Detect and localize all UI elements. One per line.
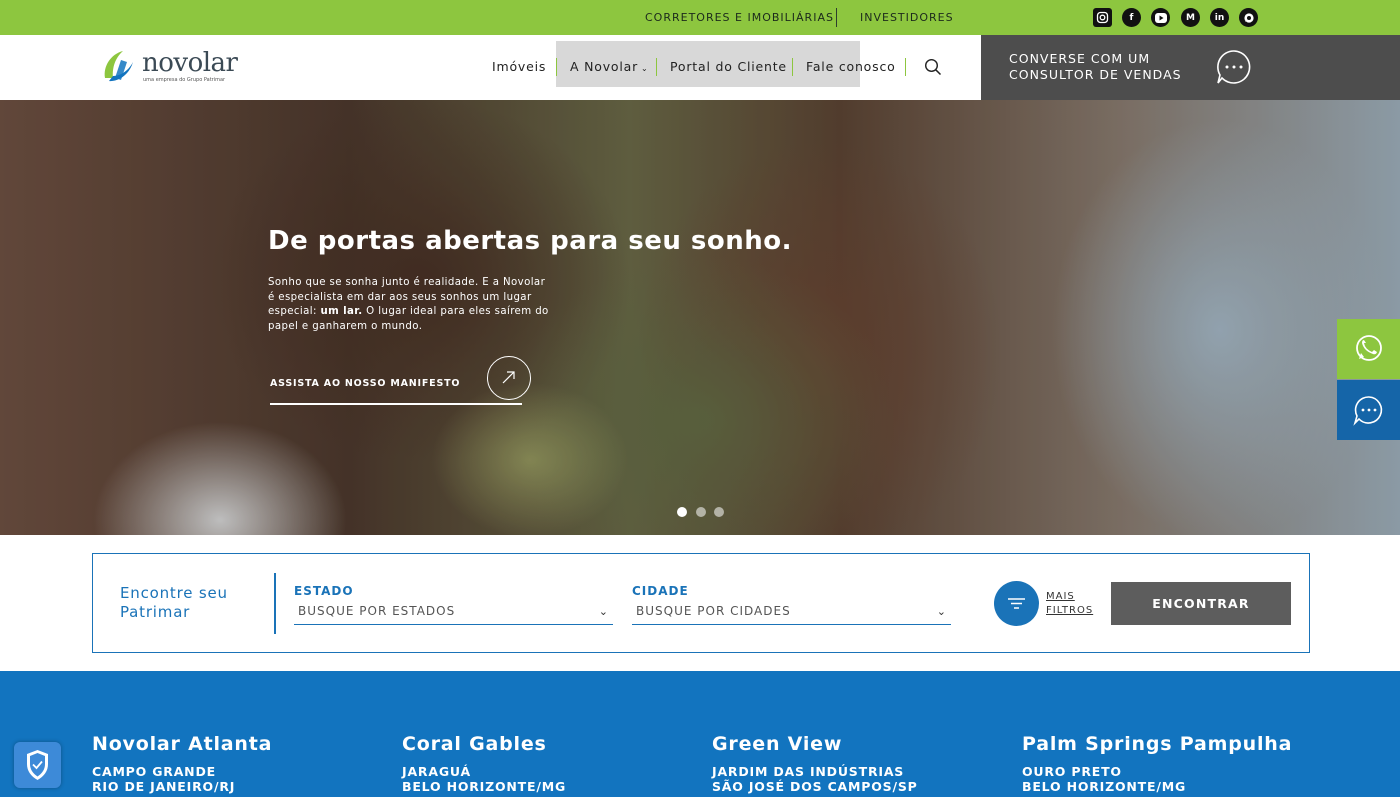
chevron-down-icon: ⌄: [641, 64, 649, 73]
hero-title: De portas abertas para seu sonho.: [268, 226, 793, 256]
shield-check-icon: [27, 750, 48, 780]
top-divider: [836, 8, 837, 27]
nav-item-a-novolar-label: A Novolar: [570, 59, 639, 74]
hero-banner: De portas abertas para seu sonho. Sonho …: [0, 100, 1400, 535]
hero-text-bold: um lar.: [320, 306, 363, 318]
listing-name: Palm Springs Pampulha: [1022, 733, 1293, 755]
nav-divider: [792, 58, 793, 76]
main-header: novolar uma empresa do Grupo Patrimar Im…: [0, 35, 1400, 100]
listing-neighborhood: CAMPO GRANDE: [92, 764, 216, 779]
find-button[interactable]: ENCONTRAR: [1111, 582, 1291, 625]
nav-divider: [556, 58, 557, 76]
instagram-icon[interactable]: [1093, 8, 1112, 27]
search-divider: [274, 573, 276, 634]
listing-neighborhood: OURO PRETO: [1022, 764, 1122, 779]
nav-item-imoveis[interactable]: Imóveis: [492, 59, 546, 74]
hero-text: Sonho que se sonha junto é realidade. E …: [268, 276, 553, 334]
city-select[interactable]: BUSQUE POR CIDADES ⌄: [632, 604, 951, 625]
carousel-dot-3[interactable]: [714, 507, 724, 517]
listing-name: Novolar Atlanta: [92, 733, 273, 755]
logo-tagline: uma empresa do Grupo Patrimar: [143, 77, 226, 83]
listing-name: Green View: [712, 733, 843, 755]
chevron-down-icon: ⌄: [598, 605, 609, 618]
chat-bubble-icon: [1216, 49, 1252, 85]
listing-city: BELO HORIZONTE/MG: [402, 779, 567, 794]
state-select-value: BUSQUE POR ESTADOS: [298, 604, 456, 618]
listing-neighborhood: JARAGUÁ: [402, 764, 471, 779]
floating-chat-button[interactable]: [1337, 380, 1400, 440]
logo-mark-icon: [104, 51, 133, 82]
search-icon[interactable]: [924, 58, 942, 76]
more-filters-link[interactable]: MAIS FILTROS: [1046, 590, 1098, 618]
listing-card[interactable]: Green View JARDIM DAS INDÚSTRIAS SÃO JOS…: [712, 733, 1012, 794]
consultant-cta[interactable]: CONVERSE COM UM CONSULTOR DE VENDAS: [981, 35, 1400, 100]
city-label: CIDADE: [632, 584, 689, 598]
listing-city: RIO DE JANEIRO/RJ: [92, 779, 236, 794]
top-link-brokers[interactable]: CORRETORES E IMOBILIÁRIAS: [645, 11, 834, 24]
filter-button[interactable]: [994, 581, 1039, 626]
novolar-logo[interactable]: novolar uma empresa do Grupo Patrimar: [99, 48, 239, 88]
featured-listings: Novolar Atlanta CAMPO GRANDE RIO DE JANE…: [0, 671, 1400, 797]
nav-item-contact[interactable]: Fale conosco: [806, 59, 896, 74]
manifesto-underline: [270, 403, 522, 405]
state-label: ESTADO: [294, 584, 354, 598]
property-search-form: Encontre seu Patrimar ESTADO BUSQUE POR …: [92, 553, 1310, 653]
whatsapp-icon: [1356, 335, 1382, 361]
listing-card[interactable]: Coral Gables JARAGUÁ BELO HORIZONTE/MG: [402, 733, 702, 794]
filter-icon: [1008, 598, 1025, 609]
listing-city: BELO HORIZONTE/MG: [1022, 779, 1187, 794]
linkedin-icon[interactable]: in: [1210, 8, 1229, 27]
consultant-cta-label: CONVERSE COM UM CONSULTOR DE VENDAS: [1009, 51, 1182, 82]
listing-city: SÃO JOSÉ DOS CAMPOS/SP: [712, 779, 918, 794]
state-select[interactable]: BUSQUE POR ESTADOS ⌄: [294, 604, 613, 625]
privacy-settings-button[interactable]: [14, 742, 61, 788]
chat-bubble-icon: [1353, 396, 1383, 426]
hero-image: [0, 100, 1400, 535]
medium-icon[interactable]: M: [1181, 8, 1200, 27]
nav-divider: [656, 58, 657, 76]
chevron-down-icon: ⌄: [936, 605, 947, 618]
manifesto-link[interactable]: ASSISTA AO NOSSO MANIFESTO: [270, 378, 460, 389]
carousel-dot-1[interactable]: [677, 507, 687, 517]
search-title: Encontre seu Patrimar: [120, 584, 228, 621]
city-select-value: BUSQUE POR CIDADES: [636, 604, 791, 618]
nav-item-a-novolar[interactable]: A Novolar ⌄: [570, 59, 649, 74]
listing-name: Coral Gables: [402, 733, 547, 755]
listing-card[interactable]: Novolar Atlanta CAMPO GRANDE RIO DE JANE…: [92, 733, 392, 794]
top-link-investors[interactable]: INVESTIDORES: [860, 11, 954, 24]
facebook-icon[interactable]: f: [1122, 8, 1141, 27]
listing-neighborhood: JARDIM DAS INDÚSTRIAS: [712, 764, 905, 779]
nav-divider: [905, 58, 906, 76]
carousel-dot-2[interactable]: [696, 507, 706, 517]
floating-whatsapp-button[interactable]: [1337, 319, 1400, 379]
whatsapp-icon[interactable]: [1239, 8, 1258, 27]
youtube-icon[interactable]: [1151, 8, 1170, 27]
listing-card[interactable]: Palm Springs Pampulha OURO PRETO BELO HO…: [1022, 733, 1322, 794]
top-bar: CORRETORES E IMOBILIÁRIAS INVESTIDORES f…: [0, 0, 1400, 35]
nav-item-portal[interactable]: Portal do Cliente: [670, 59, 787, 74]
arrow-up-right-icon[interactable]: [487, 356, 531, 400]
logo-wordmark: novolar: [142, 48, 238, 78]
